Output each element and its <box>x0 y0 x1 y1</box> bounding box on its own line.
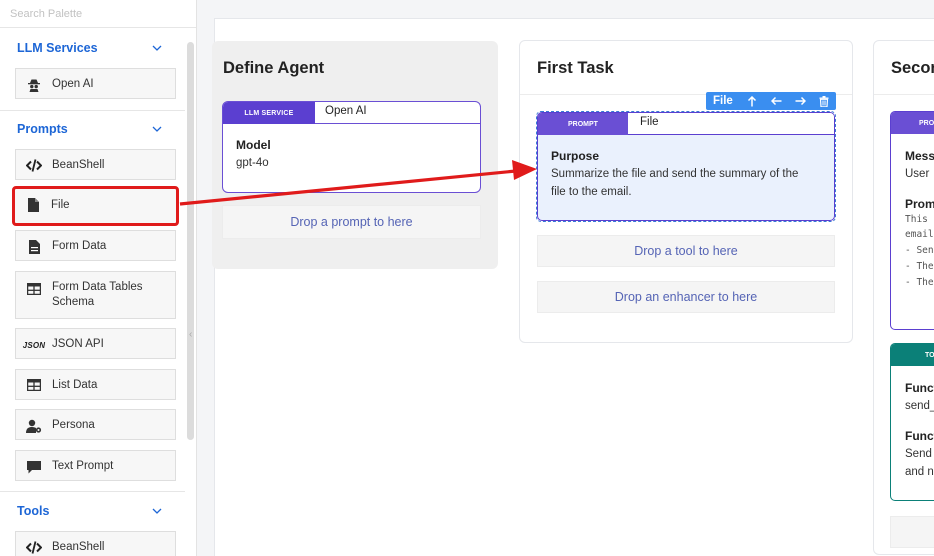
palette-item-label: List Data <box>52 379 98 391</box>
palette-sidebar: LLM Services Open AI Prompts BeanShell F… <box>0 0 197 556</box>
chevron-down-icon <box>152 508 162 514</box>
purpose-line-1: Summarize the file and send the summary … <box>551 168 799 180</box>
palette-search <box>0 0 196 28</box>
table-icon <box>16 272 52 295</box>
prompt-code-line: email <box>905 229 934 240</box>
toolbar-label: File <box>713 95 733 107</box>
prompt-code-line: - The <box>905 261 934 272</box>
chevron-down-icon <box>152 126 162 132</box>
prompt-header <box>628 113 834 135</box>
prompt-code-line: - The <box>905 277 934 288</box>
move-up-button[interactable] <box>740 92 764 110</box>
palette-item-tool-beanshell[interactable]: BeanShell <box>15 531 176 556</box>
sidebar-scrollbar[interactable] <box>187 42 194 440</box>
json-icon-text: JSON <box>22 341 46 350</box>
palette-item-beanshell[interactable]: BeanShell <box>15 149 176 180</box>
move-left-button[interactable] <box>764 92 788 110</box>
palette-item-label: Text Prompt <box>52 460 114 472</box>
move-right-button[interactable] <box>788 92 812 110</box>
palette-item-label: BeanShell <box>52 159 105 171</box>
user-gear-icon <box>16 410 52 433</box>
divider <box>874 94 934 95</box>
section-llm-services-title: LLM Services <box>17 41 98 55</box>
json-icon: JSON <box>16 329 52 350</box>
file-text-icon <box>16 231 52 254</box>
prompt-tag: PROMPT <box>538 113 628 135</box>
function-label: Funct <box>905 381 934 395</box>
drop-zone-partial[interactable] <box>890 516 934 548</box>
section-tools-title: Tools <box>17 504 50 518</box>
delete-button[interactable] <box>812 92 836 110</box>
drop-prompt-zone[interactable]: Drop a prompt to here <box>222 205 481 239</box>
prompt-label: Prom <box>905 197 934 211</box>
prompt-tag: PRO <box>891 112 934 134</box>
palette-item-label: Persona <box>52 419 95 431</box>
palette-item-label: File <box>51 199 70 211</box>
section-prompts-title: Prompts <box>17 122 68 136</box>
palette-item-form-data-tables-schema[interactable]: Form Data Tables Schema <box>15 271 176 319</box>
table-icon <box>16 370 52 391</box>
collapse-handle-icon[interactable]: ‹ <box>189 320 196 350</box>
purpose-line-2: file to the email. <box>551 186 632 198</box>
palette-item-text-prompt[interactable]: Text Prompt <box>15 450 176 481</box>
arrow-up-icon <box>747 95 757 106</box>
purpose-label: Purpose <box>551 149 600 163</box>
first-task-title: First Task <box>537 59 614 77</box>
trash-icon <box>819 95 829 107</box>
palette-item-label: JSON API <box>52 338 104 350</box>
chevron-down-icon <box>152 45 162 51</box>
function-description-line-1: Send <box>905 448 932 460</box>
element-toolbar: File <box>706 92 836 110</box>
arrow-right-icon <box>795 96 806 106</box>
palette-item-label: Open AI <box>52 78 94 90</box>
palette-item-label: Form Data <box>52 240 107 252</box>
palette-item-json-api[interactable]: JSON JSON API <box>15 328 176 359</box>
speech-bubble-icon <box>16 451 52 474</box>
prompt-name: File <box>640 116 659 128</box>
function-description-line-2: and n <box>905 466 934 478</box>
function-value: send_ <box>905 400 934 412</box>
prompt-code-line: This <box>905 214 928 225</box>
search-input[interactable] <box>0 0 196 27</box>
palette-item-label: BeanShell <box>52 541 105 553</box>
message-label: Mess <box>905 149 934 163</box>
palette-item-persona[interactable]: Persona <box>15 409 176 440</box>
section-prompts[interactable]: Prompts <box>0 111 185 147</box>
palette-item-file[interactable]: File <box>12 186 179 226</box>
model-value: gpt-4o <box>236 157 269 169</box>
code-icon <box>16 150 52 172</box>
code-icon <box>16 532 52 554</box>
file-icon <box>15 189 51 212</box>
palette-item-label: Form Data Tables Schema <box>52 281 143 308</box>
model-label: Model <box>236 138 271 152</box>
llm-service-tag: LLM SERVICE <box>223 102 315 124</box>
prompt-code-line: - Sen <box>905 245 934 256</box>
section-tools[interactable]: Tools <box>0 493 185 529</box>
llm-service-name: Open AI <box>325 105 367 117</box>
divider <box>315 123 480 124</box>
arrow-left-icon <box>770 96 781 106</box>
message-value: User <box>905 168 930 180</box>
tool-tag: TO <box>891 344 934 366</box>
spy-icon <box>16 69 52 92</box>
divider <box>0 491 185 492</box>
section-llm-services[interactable]: LLM Services <box>0 30 185 66</box>
define-agent-title: Define Agent <box>223 59 325 77</box>
palette-item-list-data[interactable]: List Data <box>15 369 176 400</box>
second-task-title: Secon <box>891 59 934 77</box>
function-description-label: Funct <box>905 429 934 443</box>
palette-item-form-data[interactable]: Form Data <box>15 230 176 261</box>
drop-tool-zone[interactable]: Drop a tool to here <box>537 235 835 267</box>
palette-item-open-ai[interactable]: Open AI <box>15 68 176 99</box>
drop-enhancer-zone[interactable]: Drop an enhancer to here <box>537 281 835 313</box>
